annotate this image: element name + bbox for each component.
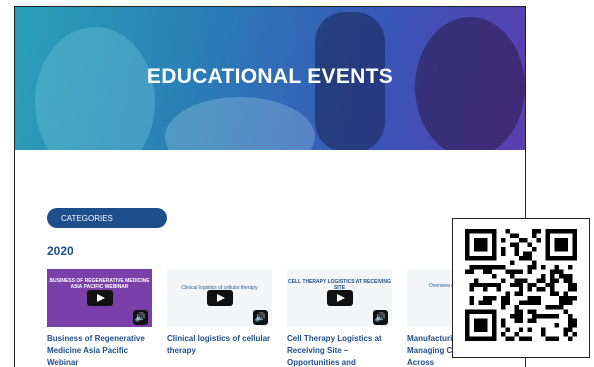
year-heading: 2020: [47, 244, 74, 258]
qr-code: [465, 229, 577, 341]
page-title: EDUCATIONAL EVENTS: [146, 65, 394, 88]
volume-icon[interactable]: 🔊: [253, 310, 268, 325]
event-card[interactable]: Clinical logistics of cellular therapy 🔊…: [167, 269, 277, 357]
play-icon[interactable]: [326, 290, 353, 306]
event-card[interactable]: CELL THERAPY LOGISTICS AT RECEIVING SITE…: [287, 269, 397, 367]
event-title[interactable]: Cell Therapy Logistics at Receiving Site…: [287, 333, 397, 367]
categories-button[interactable]: CATEGORIES: [47, 208, 167, 228]
play-icon[interactable]: [206, 290, 233, 306]
hero-figure: [165, 97, 315, 150]
video-thumbnail[interactable]: BUSINESS OF REGENERATIVE MEDICINE ASIA P…: [47, 269, 152, 327]
volume-icon[interactable]: 🔊: [373, 310, 388, 325]
thumbnail-heading: BUSINESS OF REGENERATIVE MEDICINE ASIA P…: [49, 278, 150, 290]
video-thumbnail[interactable]: Clinical logistics of cellular therapy 🔊: [167, 269, 272, 327]
page-frame: EDUCATIONAL EVENTS CATEGORIES 2020 BUSIN…: [14, 6, 526, 367]
volume-icon[interactable]: 🔊: [133, 310, 148, 325]
event-card[interactable]: BUSINESS OF REGENERATIVE MEDICINE ASIA P…: [47, 269, 157, 367]
qr-code-panel: [452, 218, 590, 358]
play-icon[interactable]: [86, 290, 113, 306]
hero-banner: EDUCATIONAL EVENTS: [15, 7, 525, 150]
event-title[interactable]: Clinical logistics of cellular therapy: [167, 333, 277, 357]
video-thumbnail[interactable]: CELL THERAPY LOGISTICS AT RECEIVING SITE…: [287, 269, 392, 327]
event-title[interactable]: Business of Regenerative Medicine Asia P…: [47, 333, 157, 367]
